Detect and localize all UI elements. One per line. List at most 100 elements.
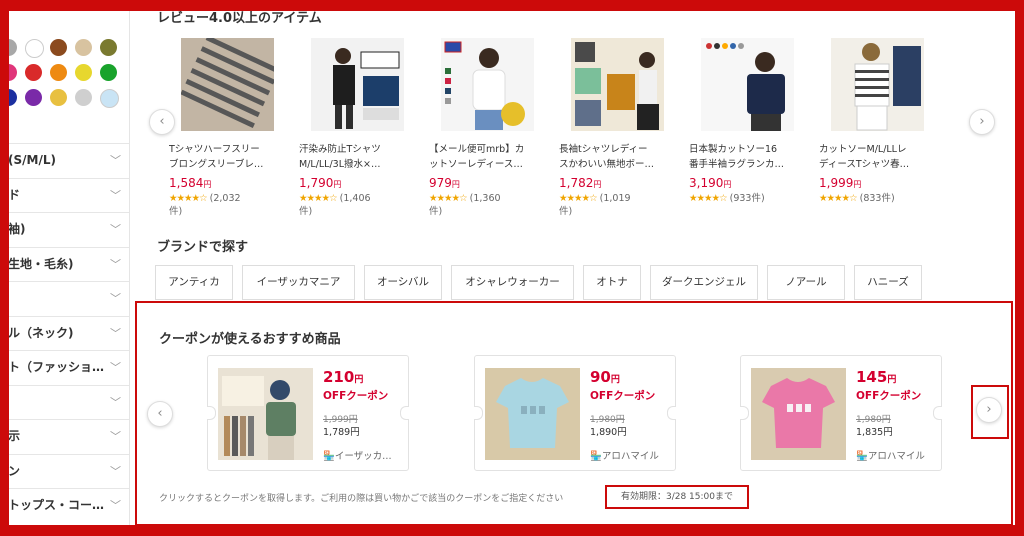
review-next-button[interactable]: ›	[969, 109, 995, 135]
coupon-notch	[667, 406, 676, 420]
color-swatch-yellow[interactable]	[75, 64, 92, 81]
color-swatch-navy[interactable]	[9, 89, 17, 106]
star-rating-icon: ★★★★☆	[429, 193, 468, 204]
star-rating-icon: ★★★★☆	[169, 193, 208, 204]
product-price: 3,190円	[689, 176, 732, 190]
coupon-section: クーポンが使えるおすすめ商品 ‹ 210円 OFFクーポン 1,999円 1,7…	[135, 301, 1013, 525]
coupon-product-image[interactable]	[485, 368, 580, 460]
color-swatch-pink[interactable]	[9, 64, 17, 81]
product-image[interactable]	[311, 38, 404, 131]
product-name[interactable]: 【メール便可mrb】カ ットソーレディース…	[429, 142, 541, 172]
color-swatch-beige[interactable]	[75, 39, 92, 56]
color-swatch-light-blue[interactable]	[100, 89, 119, 108]
filter-8[interactable]: ﹀	[9, 384, 129, 420]
color-swatch-purple[interactable]	[25, 89, 42, 106]
coupon-prev-button[interactable]: ‹	[147, 401, 173, 427]
shop-icon: 🏪	[590, 451, 602, 462]
brand-button[interactable]: ダークエンジェル	[650, 265, 758, 300]
brand-button[interactable]: ハニーズ	[854, 265, 922, 300]
brand-button[interactable]: オシャレウォーカー	[451, 265, 574, 300]
filter-size[interactable]: (S/M/L) ﹀	[9, 143, 129, 178]
coupon-section-title: クーポンが使えるおすすめ商品	[159, 332, 341, 347]
product-rating: ★★★★☆ (1,360 件)	[429, 193, 501, 217]
product-name[interactable]: カットソーM/L/LLレ ディースTシャツ春…	[819, 142, 931, 172]
filter-5[interactable]: ﹀	[9, 281, 129, 316]
star-rating-icon: ★★★★☆	[299, 193, 338, 204]
coupon-expiry: 有効期限：3/28 15:00まで	[605, 485, 749, 509]
shop-link[interactable]: 🏪イーザッカ…	[323, 448, 405, 462]
filter-list: (S/M/L) ﹀ ド ﹀ 袖) ﹀ 生地・毛糸) ﹀ ﹀ ル（ネック) ﹀ ト（ファッシ…	[9, 143, 129, 523]
product-rating: ★★★★☆ (1,406 件)	[299, 193, 371, 217]
color-swatch-brown[interactable]	[50, 39, 67, 56]
product-card[interactable]: Tシャツハーフスリー ブロングスリーブレ… 1,584円 ★★★★☆ (2,03…	[169, 35, 281, 218]
chevron-down-icon: ﹀	[110, 464, 121, 478]
filter-display[interactable]: 示 ﹀	[9, 419, 129, 454]
brand-section-title: ブランドで探す	[157, 240, 249, 255]
color-swatch-orange[interactable]	[50, 64, 67, 81]
color-swatch-green[interactable]	[100, 64, 117, 81]
product-image[interactable]	[831, 38, 924, 131]
coupon-amount: 210円	[323, 368, 364, 386]
product-price: 1,584円	[169, 176, 212, 190]
coupon-card[interactable]: 210円 OFFクーポン 1,999円 1,789円 🏪イーザッカ…	[207, 355, 409, 471]
product-image[interactable]	[441, 38, 534, 131]
product-name[interactable]: Tシャツハーフスリー ブロングスリーブレ…	[169, 142, 281, 172]
color-swatch-white[interactable]	[25, 39, 44, 58]
shop-icon: 🏪	[323, 451, 335, 462]
product-rating: ★★★★☆ (1,019 件)	[559, 193, 631, 217]
shop-link[interactable]: 🏪アロハマイル	[856, 448, 938, 462]
color-swatch-gold[interactable]	[50, 89, 67, 106]
filter-material[interactable]: 生地・毛糸) ﹀	[9, 246, 129, 282]
chevron-down-icon: ﹀	[110, 223, 121, 236]
shop-link[interactable]: 🏪アロハマイル	[590, 448, 672, 462]
coupon-amount: 145円	[856, 368, 897, 386]
coupon-off-label: OFFクーポン	[856, 390, 922, 402]
coupon-off-label: OFFクーポン	[590, 390, 656, 402]
product-price: 979円	[429, 176, 460, 190]
product-image[interactable]	[701, 38, 794, 131]
color-swatch-gray[interactable]	[9, 39, 17, 56]
product-card[interactable]: 汗染み防止Tシャツ M/L/LL/3L撥水×… 1,790円 ★★★★☆ (1,…	[299, 38, 411, 218]
brand-button[interactable]: ノアール	[767, 265, 845, 300]
chevron-down-icon: ﹀	[110, 430, 121, 443]
coupon-notch	[207, 406, 216, 420]
discounted-price: 1,789円	[323, 427, 360, 438]
color-swatch-silver[interactable]	[75, 89, 92, 106]
product-price: 1,790円	[299, 176, 342, 190]
color-swatch-red[interactable]	[25, 64, 42, 81]
filter-10[interactable]: ン ﹀	[9, 453, 129, 489]
product-image[interactable]	[571, 38, 664, 131]
color-swatch-khaki[interactable]	[100, 39, 117, 56]
filter-sidebar: (S/M/L) ﹀ ド ﹀ 袖) ﹀ 生地・毛糸) ﹀ ﹀ ル（ネック) ﹀ ト（ファッシ…	[9, 11, 130, 525]
product-name[interactable]: 汗染み防止Tシャツ M/L/LL/3L撥水×…	[299, 142, 411, 172]
filter-fashion[interactable]: ト（ファッショ… ﹀	[9, 350, 129, 385]
product-image[interactable]	[180, 35, 281, 131]
brand-button[interactable]: オトナ	[583, 265, 641, 300]
page-frame: (S/M/L) ﹀ ド ﹀ 袖) ﹀ 生地・毛糸) ﹀ ﹀ ル（ネック) ﹀ ト（ファッシ…	[9, 11, 1015, 525]
coupon-notch	[933, 406, 942, 420]
chevron-down-icon: ﹀	[110, 395, 121, 409]
filter-2[interactable]: ド ﹀	[9, 177, 129, 213]
star-rating-icon: ★★★★☆	[559, 193, 598, 204]
filter-neck[interactable]: ル（ネック) ﹀	[9, 315, 129, 351]
coupon-card[interactable]: 145円 OFFクーポン 1,980円 1,835円 🏪アロハマイル	[740, 355, 942, 471]
coupon-product-image[interactable]	[751, 368, 846, 460]
product-card[interactable]: カットソーM/L/LLレ ディースTシャツ春… 1,999円 ★★★★☆ (83…	[819, 38, 931, 205]
product-card[interactable]: 日本製カットソー16 番手半袖ラグランカ… 3,190円 ★★★★☆ (933件…	[689, 38, 801, 205]
review-section-title: レビュー4.0以上のアイテム	[157, 11, 322, 26]
filter-sleeve[interactable]: 袖) ﹀	[9, 212, 129, 247]
coupon-product-image[interactable]	[218, 368, 313, 460]
coupon-card[interactable]: 90円 OFFクーポン 1,980円 1,890円 🏪アロハマイル	[474, 355, 676, 471]
coupon-note: クリックするとクーポンを取得します。ご利用の際は買い物かごで該当のクーポンをご指…	[159, 494, 564, 504]
product-card[interactable]: 【メール便可mrb】カ ットソーレディース… 979円 ★★★★☆ (1,360…	[429, 38, 541, 218]
filter-tops-coord[interactable]: トップス・コー… ﹀	[9, 488, 129, 523]
brand-button[interactable]: オーシバル	[364, 265, 442, 300]
coupon-next-button[interactable]: ›	[976, 397, 1002, 423]
discounted-price: 1,890円	[590, 427, 627, 438]
product-card[interactable]: 長袖tシャツレディー スかわいい無地ボー… 1,782円 ★★★★☆ (1,01…	[559, 38, 671, 218]
brand-button[interactable]: アンティカ	[155, 265, 233, 300]
product-name[interactable]: 長袖tシャツレディー スかわいい無地ボー…	[559, 142, 671, 172]
product-name[interactable]: 日本製カットソー16 番手半袖ラグランカ…	[689, 142, 801, 172]
brand-button[interactable]: イーザッカマニア	[242, 265, 355, 300]
product-rating: ★★★★☆ (2,032 件)	[169, 193, 241, 217]
